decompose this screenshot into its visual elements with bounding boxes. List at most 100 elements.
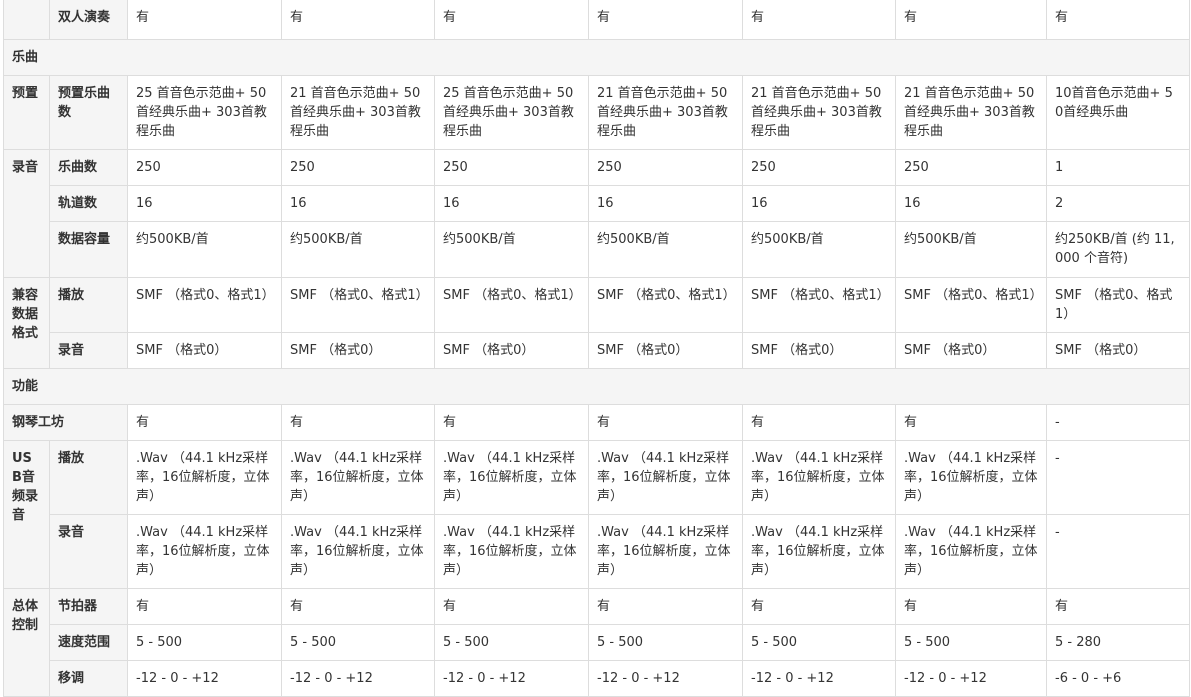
data-cell: SMF （格式0、格式1） xyxy=(588,277,743,333)
data-cell: .Wav （44.1 kHz采样率，16位解析度，立体声） xyxy=(127,440,282,515)
data-cell: 16 xyxy=(127,185,282,222)
group-cell: 兼容数据格式 xyxy=(3,277,50,369)
row-label: 轨道数 xyxy=(49,185,128,222)
data-cell: -12 - 0 - +12 xyxy=(588,660,743,697)
data-cell: 有 xyxy=(588,588,743,625)
section-title: 功能 xyxy=(3,368,1190,405)
data-cell: 有 xyxy=(281,404,435,441)
section-row: 功能 xyxy=(3,368,1190,405)
group-cell: USB音频录音 xyxy=(3,440,50,589)
section-title: 乐曲 xyxy=(3,39,1190,76)
group-cell: 预置 xyxy=(3,75,50,150)
table-row: 移调 -12 - 0 - +12 -12 - 0 - +12 -12 - 0 -… xyxy=(4,660,1190,697)
table-row: 轨道数 16 16 16 16 16 16 2 xyxy=(4,185,1190,222)
row-label: 数据容量 xyxy=(49,221,128,278)
data-cell: 有 xyxy=(434,588,589,625)
data-cell: .Wav （44.1 kHz采样率，16位解析度，立体声） xyxy=(588,440,743,515)
data-cell: 16 xyxy=(588,185,743,222)
table-row: 速度范围 5 - 500 5 - 500 5 - 500 5 - 500 5 -… xyxy=(4,624,1190,661)
data-cell: 5 - 500 xyxy=(895,624,1047,661)
data-cell: 2 xyxy=(1046,185,1190,222)
table-row: 双人演奏 有 有 有 有 有 有 有 xyxy=(3,0,1190,40)
row-label: 双人演奏 xyxy=(49,0,128,40)
row-label: 预置乐曲数 xyxy=(49,75,128,150)
data-cell: SMF （格式0、格式1） xyxy=(281,277,435,333)
data-cell: .Wav （44.1 kHz采样率，16位解析度，立体声） xyxy=(742,440,896,515)
spec-table: 双人演奏 有 有 有 有 有 有 有 乐曲 预置 预置乐曲数 25 首音色示范曲… xyxy=(3,0,1190,697)
row-label: 乐曲数 xyxy=(49,149,128,186)
data-cell: 5 - 500 xyxy=(742,624,896,661)
data-cell: SMF （格式0） xyxy=(281,332,435,369)
data-cell: .Wav （44.1 kHz采样率，16位解析度，立体声） xyxy=(588,514,743,589)
table-row: 录音 乐曲数 250 250 250 250 250 250 1 xyxy=(3,149,1190,278)
data-cell: .Wav （44.1 kHz采样率，16位解析度，立体声） xyxy=(895,440,1047,515)
group-cell: 录音 xyxy=(3,149,50,278)
data-cell: 有 xyxy=(588,0,743,40)
data-cell: 约500KB/首 xyxy=(895,221,1047,278)
data-cell: 约500KB/首 xyxy=(434,221,589,278)
data-cell: 有 xyxy=(1046,588,1190,625)
data-cell: 有 xyxy=(895,0,1047,40)
data-cell: 250 xyxy=(588,149,743,186)
table-row: 录音 SMF （格式0） SMF （格式0） SMF （格式0） SMF （格式… xyxy=(4,332,1190,369)
data-cell: 250 xyxy=(127,149,282,186)
table-row: 总体控制 节拍器 有 有 有 有 有 有 有 xyxy=(3,588,1190,697)
data-cell: 5 - 500 xyxy=(588,624,743,661)
data-cell: 10首音色示范曲+ 50首经典乐曲 xyxy=(1046,75,1190,150)
row-label: 速度范围 xyxy=(49,624,128,661)
row-label: 录音 xyxy=(49,514,128,589)
data-cell: .Wav （44.1 kHz采样率，16位解析度，立体声） xyxy=(434,514,589,589)
table-row: 数据容量 约500KB/首 约500KB/首 约500KB/首 约500KB/首… xyxy=(4,221,1190,278)
group-cell xyxy=(3,0,50,40)
data-cell: 5 - 500 xyxy=(127,624,282,661)
table-row: 钢琴工坊 有 有 有 有 有 有 - xyxy=(3,404,1190,441)
data-cell: 250 xyxy=(895,149,1047,186)
data-cell: SMF （格式0、格式1） xyxy=(127,277,282,333)
data-cell: 21 首音色示范曲+ 50首经典乐曲+ 303首教程乐曲 xyxy=(588,75,743,150)
data-cell: .Wav （44.1 kHz采样率，16位解析度，立体声） xyxy=(281,514,435,589)
table-row: 录音 .Wav （44.1 kHz采样率，16位解析度，立体声） .Wav （4… xyxy=(4,514,1190,589)
table-row: 兼容数据格式 播放 SMF （格式0、格式1） SMF （格式0、格式1） SM… xyxy=(3,277,1190,369)
data-cell: 16 xyxy=(742,185,896,222)
data-cell: -12 - 0 - +12 xyxy=(127,660,282,697)
data-cell: 有 xyxy=(127,588,282,625)
data-cell: -12 - 0 - +12 xyxy=(742,660,896,697)
data-cell: SMF （格式0、格式1） xyxy=(895,277,1047,333)
data-cell: 有 xyxy=(895,588,1047,625)
data-cell: -12 - 0 - +12 xyxy=(434,660,589,697)
row-label: 播放 xyxy=(49,277,128,333)
data-cell: 有 xyxy=(127,0,282,40)
data-cell: 16 xyxy=(895,185,1047,222)
data-cell: SMF （格式0、格式1） xyxy=(1046,277,1190,333)
data-cell: 21 首音色示范曲+ 50首经典乐曲+ 303首教程乐曲 xyxy=(742,75,896,150)
data-cell: 1 xyxy=(1046,149,1190,186)
data-cell: 21 首音色示范曲+ 50首经典乐曲+ 303首教程乐曲 xyxy=(281,75,435,150)
data-cell: SMF （格式0、格式1） xyxy=(434,277,589,333)
group-cell: 钢琴工坊 xyxy=(3,404,128,441)
data-cell: SMF （格式0） xyxy=(895,332,1047,369)
data-cell: 有 xyxy=(742,588,896,625)
data-cell: 16 xyxy=(281,185,435,222)
data-cell: 5 - 500 xyxy=(281,624,435,661)
data-cell: .Wav （44.1 kHz采样率，16位解析度，立体声） xyxy=(281,440,435,515)
data-cell: 25 首音色示范曲+ 50首经典乐曲+ 303首教程乐曲 xyxy=(127,75,282,150)
data-cell: SMF （格式0） xyxy=(742,332,896,369)
data-cell: 有 xyxy=(434,404,589,441)
data-cell: .Wav （44.1 kHz采样率，16位解析度，立体声） xyxy=(127,514,282,589)
data-cell: SMF （格式0） xyxy=(588,332,743,369)
data-cell: 约500KB/首 xyxy=(281,221,435,278)
row-label: 录音 xyxy=(49,332,128,369)
table-row: USB音频录音 播放 .Wav （44.1 kHz采样率，16位解析度，立体声）… xyxy=(3,440,1190,589)
group-cell: 总体控制 xyxy=(3,588,50,697)
data-cell: SMF （格式0、格式1） xyxy=(742,277,896,333)
data-cell: 有 xyxy=(127,404,282,441)
data-cell: 250 xyxy=(281,149,435,186)
data-cell: 有 xyxy=(1046,0,1190,40)
data-cell: 有 xyxy=(895,404,1047,441)
data-cell: - xyxy=(1046,404,1190,441)
data-cell: -6 - 0 - +6 xyxy=(1046,660,1190,697)
row-label: 节拍器 xyxy=(49,588,128,625)
data-cell: 有 xyxy=(588,404,743,441)
data-cell: 16 xyxy=(434,185,589,222)
data-cell: 有 xyxy=(742,0,896,40)
